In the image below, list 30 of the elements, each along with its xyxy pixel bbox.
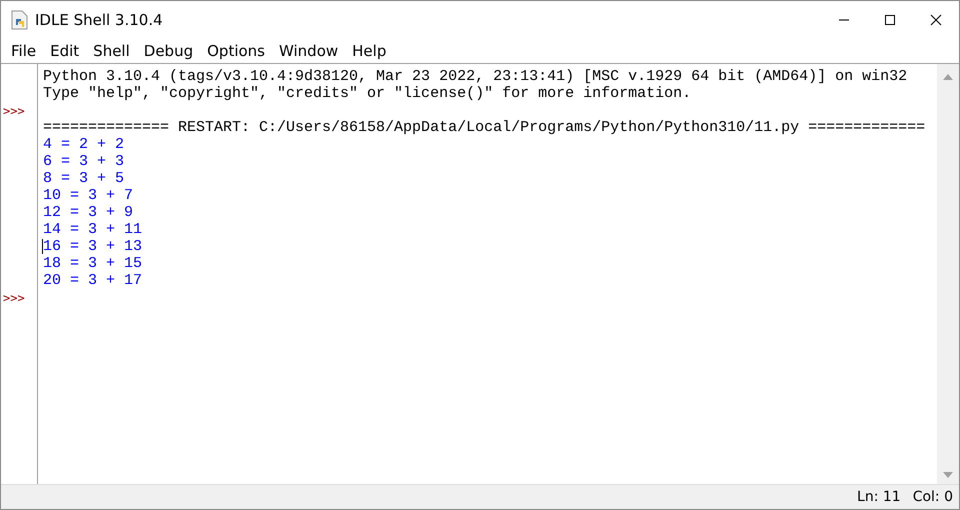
window-title: IDLE Shell 3.10.4: [35, 10, 163, 28]
menu-item[interactable]: Debug: [136, 42, 200, 60]
menu-item[interactable]: File: [4, 42, 44, 60]
line-number-status: Ln: 11: [857, 489, 901, 505]
output-line: 16 = 3 + 13: [43, 238, 142, 255]
output-line: 6 = 3 + 3: [43, 153, 124, 170]
output-line: 14 = 3 + 11: [43, 221, 142, 238]
column-number-status: Col: 0: [912, 489, 953, 505]
scrollbar[interactable]: [937, 63, 959, 484]
menu-item[interactable]: Options: [200, 42, 272, 60]
output-line: 20 = 3 + 17: [43, 272, 142, 289]
close-icon: [930, 14, 942, 26]
prompt-marker: >>>: [2, 290, 25, 304]
menu-item[interactable]: Help: [345, 42, 394, 60]
banner-line: Type "help", "copyright", "credits" or "license()" for more information.: [43, 85, 692, 102]
output-line: 10 = 3 + 7: [43, 187, 134, 204]
restart-line: ============== RESTART: C:/Users/86158/AppData/Local/Programs/Python/Python310/11.py =============: [43, 119, 926, 136]
banner-line: Python 3.10.4 (tags/v3.10.4:9d38120, Mar 23 2022, 23:13:41) [MSC v.1929 64 bit (AMD64)] on win32: [43, 68, 908, 85]
output-line: 18 = 3 + 15: [43, 255, 142, 272]
menu-item[interactable]: Window: [272, 42, 346, 60]
prompt-marker: >>>: [2, 104, 25, 118]
python-file-icon: [11, 10, 29, 30]
maximize-icon: [884, 14, 896, 26]
output-line: 4 = 2 + 2: [43, 136, 124, 153]
scroll-down-icon[interactable]: [943, 472, 953, 478]
output-line: 12 = 3 + 9: [43, 204, 134, 221]
menu-item[interactable]: Shell: [86, 42, 137, 60]
scroll-up-icon[interactable]: [943, 74, 953, 80]
menu-item[interactable]: Edit: [43, 42, 86, 60]
output-line: 8 = 3 + 5: [43, 170, 124, 187]
